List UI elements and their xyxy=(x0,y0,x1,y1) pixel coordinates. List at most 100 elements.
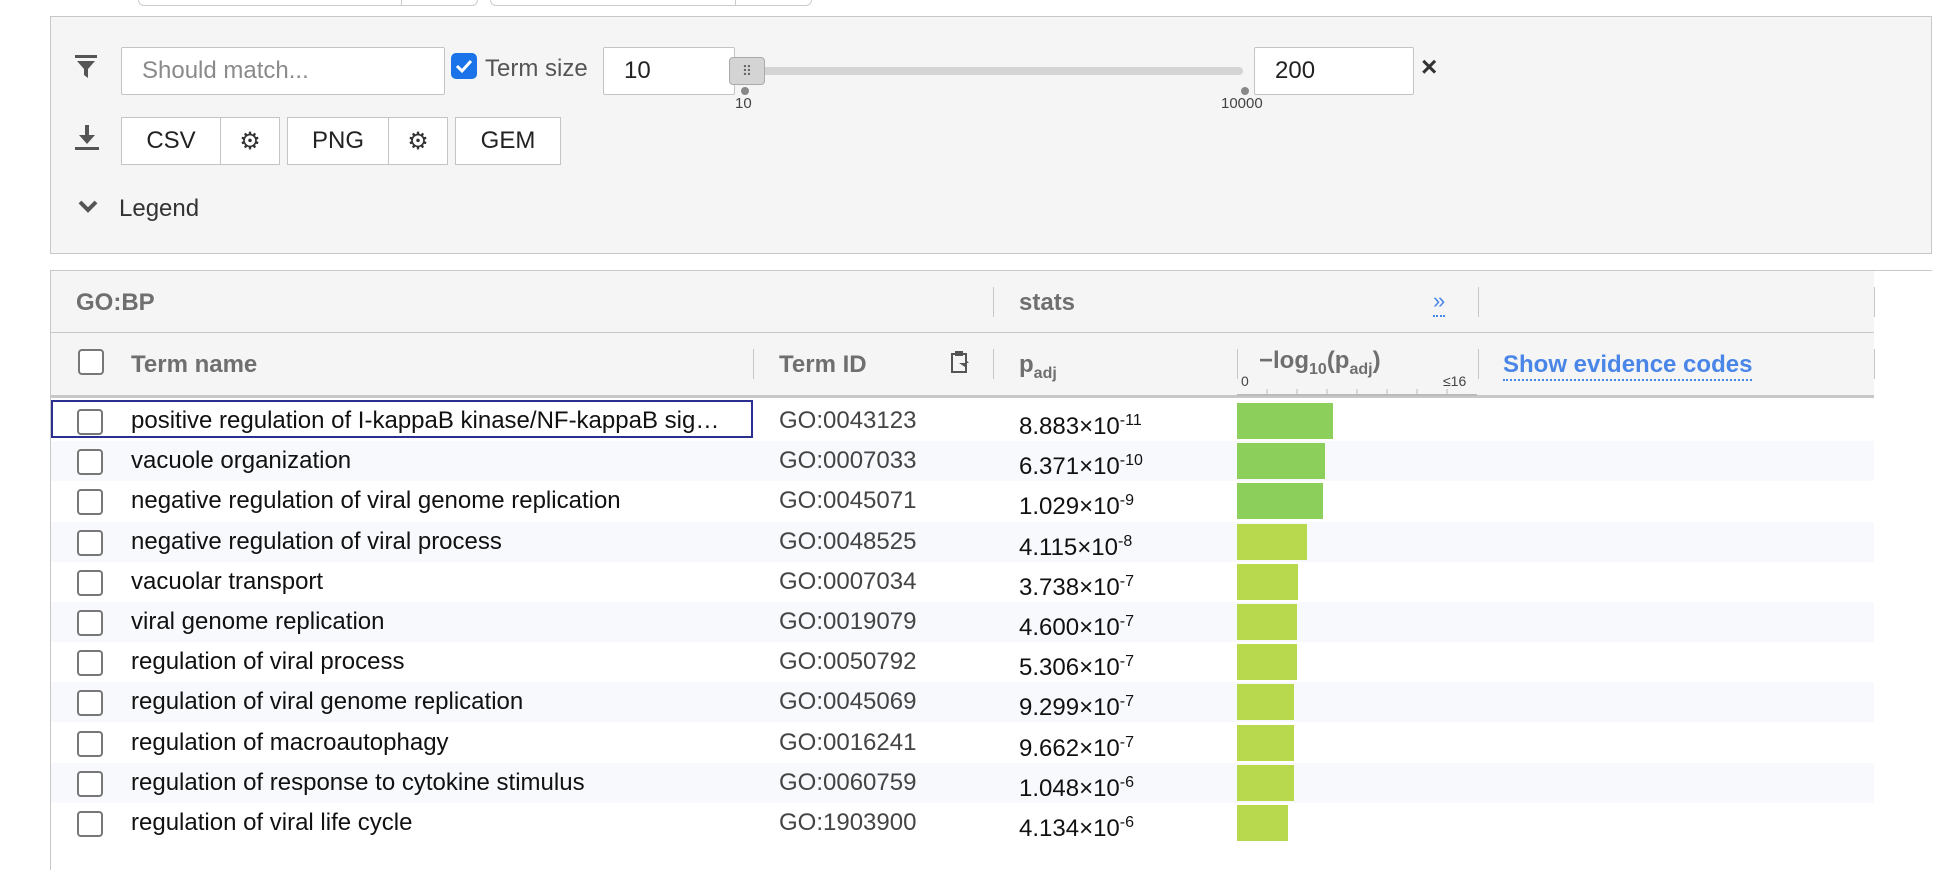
padj-value: 8.883×10-11 xyxy=(1019,401,1142,447)
col-term-name[interactable]: Term name xyxy=(131,351,257,379)
row-checkbox[interactable] xyxy=(77,489,103,516)
row-checkbox[interactable] xyxy=(77,730,103,757)
padj-value: 6.371×10-10 xyxy=(1019,441,1143,487)
table-row[interactable]: vacuole organization GO:0007033 6.371×10-1… xyxy=(51,441,1874,482)
legend-toggle[interactable]: Legend xyxy=(119,195,199,223)
row-checkbox[interactable] xyxy=(77,770,103,797)
gem-button-label: GEM xyxy=(480,127,536,154)
term-size-slider-track[interactable] xyxy=(735,67,1243,75)
term-name[interactable]: vacuolar transport xyxy=(131,562,731,602)
padj-value: 4.600×10-7 xyxy=(1019,602,1134,648)
table-row[interactable]: regulation of response to cytokine stimu… xyxy=(51,762,1874,803)
term-id[interactable]: GO:0045069 xyxy=(779,682,916,722)
padj-exponent: -10 xyxy=(1119,452,1143,470)
table-row[interactable]: regulation of viral process GO:0050792 5.3… xyxy=(51,642,1874,682)
show-evidence-codes-link[interactable]: Show evidence codes xyxy=(1503,351,1753,381)
term-id[interactable]: GO:0007033 xyxy=(779,441,916,481)
select-all-checkbox[interactable] xyxy=(78,349,104,375)
clipboard-icon[interactable] xyxy=(949,351,971,375)
table-row[interactable]: viral genome replication GO:0019079 4.600×… xyxy=(51,602,1874,642)
padj-times: ×10 xyxy=(1079,654,1120,682)
table-row[interactable]: regulation of viral life cycle GO:1903900… xyxy=(51,803,1874,843)
term-name[interactable]: negative regulation of viral process xyxy=(131,522,731,562)
table-group-header: GO:BP stats » xyxy=(51,271,1875,333)
term-size-checkbox[interactable] xyxy=(451,53,477,79)
term-name[interactable]: viral genome replication xyxy=(131,602,731,642)
padj-mantissa: 5.306 xyxy=(1019,654,1080,682)
padj-times: ×10 xyxy=(1079,815,1120,842)
term-name[interactable]: regulation of response to cytokine stimu… xyxy=(131,763,731,803)
term-id[interactable]: GO:0019079 xyxy=(779,602,916,642)
slider-max-marker xyxy=(1241,87,1249,95)
padj-value: 5.306×10-7 xyxy=(1019,642,1134,688)
term-name[interactable]: regulation of viral genome replication xyxy=(131,682,731,722)
col-neglog[interactable]: −log10(padj) xyxy=(1259,347,1381,379)
chevron-down-icon[interactable] xyxy=(77,199,99,215)
table-row[interactable]: regulation of viral genome replication GO… xyxy=(51,682,1874,723)
term-id[interactable]: GO:1903900 xyxy=(779,803,916,843)
table-row[interactable]: vacuolar transport GO:0007034 3.738×10-7 xyxy=(51,562,1874,602)
png-settings-button[interactable]: ⚙ xyxy=(388,117,448,165)
term-name[interactable]: positive regulation of I-kappaB kinase/N… xyxy=(131,401,731,441)
term-size-min-input[interactable] xyxy=(603,47,735,95)
term-id[interactable]: GO:0050792 xyxy=(779,642,916,682)
neglog-bar xyxy=(1237,483,1323,520)
top-select-left[interactable] xyxy=(138,0,478,6)
term-name[interactable]: regulation of viral life cycle xyxy=(131,803,731,843)
term-id[interactable]: GO:0043123 xyxy=(779,401,916,441)
padj-value: 1.048×10-6 xyxy=(1019,763,1134,809)
padj-exponent: -7 xyxy=(1119,733,1135,751)
neglog-bar xyxy=(1237,764,1294,801)
table-row[interactable]: positive regulation of I-kappaB kinase/N… xyxy=(51,400,1874,441)
stats-label: stats xyxy=(1019,289,1076,316)
padj-mantissa: 8.883 xyxy=(1019,413,1080,440)
col-neglog-base: 10 xyxy=(1309,360,1327,378)
expand-stats-icon[interactable]: » xyxy=(1433,287,1446,317)
term-name[interactable]: vacuole organization xyxy=(131,441,731,481)
padj-value: 1.029×10-9 xyxy=(1019,481,1134,527)
row-checkbox[interactable] xyxy=(77,610,103,636)
col-padj[interactable]: padj xyxy=(1019,351,1057,383)
term-filter-input[interactable] xyxy=(121,47,445,95)
col-padj-sub: adj xyxy=(1033,364,1057,382)
png-button[interactable]: PNG xyxy=(287,117,389,165)
row-checkbox[interactable] xyxy=(77,690,103,717)
col-term-id[interactable]: Term ID xyxy=(779,351,867,379)
term-name[interactable]: regulation of viral process xyxy=(131,642,731,682)
col-padj-base: p xyxy=(1019,351,1034,378)
top-select-right[interactable] xyxy=(490,0,812,6)
csv-button[interactable]: CSV xyxy=(121,117,221,165)
padj-times: ×10 xyxy=(1079,774,1120,802)
term-name[interactable]: negative regulation of viral genome repl… xyxy=(131,481,731,521)
table-row[interactable]: negative regulation of viral genome repl… xyxy=(51,481,1874,521)
row-checkbox[interactable] xyxy=(77,449,103,476)
png-button-label: PNG xyxy=(311,127,364,154)
padj-exponent: -6 xyxy=(1119,773,1135,791)
row-checkbox[interactable] xyxy=(77,811,103,837)
csv-settings-button[interactable]: ⚙ xyxy=(220,117,280,165)
padj-mantissa: 9.299 xyxy=(1019,694,1080,722)
clear-filter-button[interactable]: × xyxy=(1421,51,1437,83)
term-size-max-input[interactable] xyxy=(1254,47,1414,95)
padj-exponent: -9 xyxy=(1119,492,1135,510)
term-id[interactable]: GO:0007034 xyxy=(779,562,916,602)
term-id[interactable]: GO:0045071 xyxy=(779,481,916,521)
term-size-slider-handle[interactable]: ⠿ xyxy=(729,57,765,85)
term-name[interactable]: regulation of macroautophagy xyxy=(131,723,731,763)
table-row[interactable]: negative regulation of viral process GO:0… xyxy=(51,521,1874,562)
neglog-bar xyxy=(1237,403,1333,439)
row-checkbox[interactable] xyxy=(77,529,103,556)
gem-button[interactable]: GEM xyxy=(455,117,561,165)
term-id[interactable]: GO:0016241 xyxy=(779,723,916,763)
source-label: GO:BP xyxy=(76,289,155,316)
padj-times: ×10 xyxy=(1079,453,1120,481)
row-checkbox[interactable] xyxy=(77,409,103,435)
row-checkbox[interactable] xyxy=(77,650,103,677)
filter-icon xyxy=(75,55,97,78)
padj-mantissa: 6.371 xyxy=(1019,453,1080,481)
padj-times: ×10 xyxy=(1079,694,1120,722)
table-row[interactable]: regulation of macroautophagy GO:0016241 9.… xyxy=(51,723,1874,763)
term-id[interactable]: GO:0060759 xyxy=(779,763,916,803)
term-id[interactable]: GO:0048525 xyxy=(779,522,916,562)
row-checkbox[interactable] xyxy=(77,569,103,596)
